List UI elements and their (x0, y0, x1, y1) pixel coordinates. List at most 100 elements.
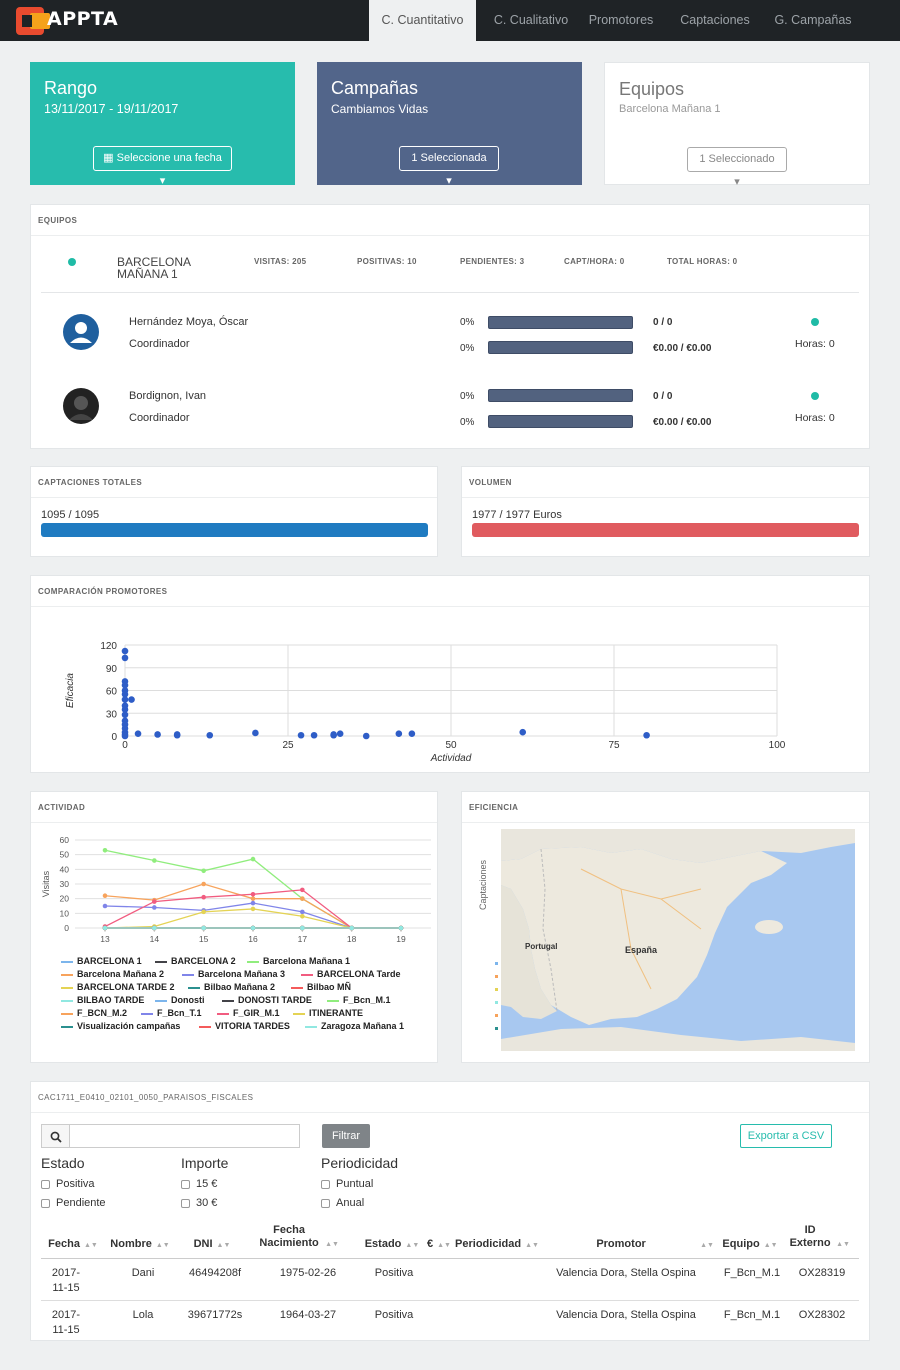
date-select-button[interactable]: ▦ Seleccione una fecha ▾ (93, 146, 232, 187)
legend-label: Bilbao Mañana 2 (204, 982, 276, 992)
legend-item[interactable]: Bilbao Mañana 2 (188, 982, 275, 992)
team-status-dot (68, 258, 76, 266)
tab-cualitativo[interactable]: C. Cualitativo (480, 0, 582, 41)
legend-label: F_Bcn_T.1 (157, 1008, 202, 1018)
member-horas: Horas: 0 (795, 338, 835, 350)
checkbox-pendiente[interactable] (41, 1199, 50, 1208)
column-header-periodicidad[interactable]: Periodicidad ▲▼ (455, 1238, 539, 1252)
legend-marker (222, 999, 234, 1002)
tab-g-campanas[interactable]: G. Campañas (766, 0, 860, 41)
tab-cuantitativo[interactable]: C. Cuantitativo (369, 0, 476, 41)
checkbox-label: Pendiente (56, 1197, 106, 1209)
sort-icon: ▲▼ (525, 1242, 539, 1249)
caret-down-icon: ▾ (159, 175, 166, 187)
sort-icon: ▲▼ (155, 1242, 170, 1249)
legend-item[interactable]: Visualización campañas (61, 1021, 180, 1031)
legend-item[interactable]: Barcelona Mañana 3 (182, 969, 285, 979)
series-point (250, 856, 256, 862)
scatter-point (121, 711, 129, 719)
tab-promotores[interactable]: Promotores (582, 0, 660, 41)
legend-label: F_GIR_M.1 (233, 1008, 280, 1018)
column-header-estado[interactable]: Estado ▲▼ (361, 1238, 423, 1252)
rango-title: Rango (44, 78, 98, 98)
member-amount: €0.00 / €0.00 (653, 417, 712, 428)
legend-label: F_BCN_M.2 (77, 1008, 128, 1018)
legend-item[interactable]: F_Bcn_M.1 (327, 995, 391, 1005)
column-header-promotor[interactable]: Promotor ▲▼ (539, 1238, 721, 1252)
series-line (104, 908, 401, 929)
x-tick-label: 75 (608, 740, 620, 751)
section-title: CAPTACIONES TOTALES (38, 478, 143, 487)
captaciones-value: 1095 / 1095 (41, 509, 100, 521)
column-header-nombre[interactable]: Nombre ▲▼ (105, 1238, 175, 1252)
scatter-point (134, 730, 142, 738)
legend-item[interactable]: BARCELONA 2 (155, 956, 236, 966)
legend-marker (327, 999, 339, 1002)
legend-item[interactable]: F_BCN_M.2 (61, 1008, 127, 1018)
checkbox-30-eur[interactable] (181, 1199, 190, 1208)
legend-item[interactable]: BARCELONA 1 (61, 956, 142, 966)
search-icon[interactable] (41, 1124, 70, 1148)
legend-item[interactable]: Barcelona Mañana 1 (247, 956, 350, 966)
y-tick-label: 30 (106, 709, 118, 720)
legend-item[interactable]: F_GIR_M.1 (217, 1008, 280, 1018)
legend-label: ITINERANTE (309, 1008, 363, 1018)
legend-marker (291, 986, 303, 989)
checkbox-puntual[interactable] (321, 1180, 330, 1189)
legend-item[interactable]: BILBAO TARDE (61, 995, 144, 1005)
avatar (63, 388, 99, 424)
y-tick-label: 50 (60, 850, 70, 860)
legend-marker (61, 960, 73, 963)
legend-marker (61, 1012, 73, 1015)
series-point (250, 906, 256, 912)
y-tick-label: 60 (60, 835, 70, 845)
legend-item[interactable]: BARCELONA Tarde (301, 969, 401, 979)
legend-item[interactable]: BARCELONA TARDE 2 (61, 982, 175, 992)
series-point (201, 909, 206, 915)
y-tick-label: 40 (60, 864, 70, 874)
column-header-equipo[interactable]: Equipo ▲▼ (721, 1238, 779, 1252)
legend-label: DONOSTI TARDE (238, 995, 312, 1005)
tab-captaciones[interactable]: Captaciones (672, 0, 758, 41)
campanas-select-button[interactable]: 1 Seleccionada ▾ (399, 146, 499, 187)
column-header-fecha-nacimiento[interactable]: Fecha Nacimiento ▲▼ (253, 1224, 343, 1251)
series-point (398, 925, 404, 931)
x-tick-label: 50 (445, 740, 457, 751)
column-header-euro[interactable]: € ▲▼ (423, 1238, 455, 1252)
legend-item[interactable]: ITINERANTE (293, 1008, 363, 1018)
column-header-id-externo[interactable]: ID Externo ▲▼ (783, 1224, 855, 1251)
equipos-title: Equipos (619, 79, 685, 99)
caret-down-icon: ▾ (734, 176, 740, 188)
equipos-select-button[interactable]: 1 Seleccionado ▾ (687, 147, 787, 188)
y-tick-label: 60 (106, 687, 118, 698)
spain-map[interactable]: Portugal España (501, 829, 855, 1051)
scatter-point (395, 730, 403, 738)
export-csv-button[interactable]: Exportar a CSV (740, 1124, 832, 1148)
legend-item[interactable]: Bilbao MÑ (291, 982, 351, 992)
legend-item[interactable]: VITORIA TARDES (199, 1021, 290, 1031)
section-title: CAC1711_E0410_02101_0050_PARAISOS_FISCAL… (38, 1093, 254, 1102)
scatter-point (643, 731, 650, 739)
column-header-fecha[interactable]: Fecha ▲▼ (41, 1238, 105, 1252)
legend-item[interactable]: Barcelona Mañana 2 (61, 969, 164, 979)
x-tick-label: 16 (248, 934, 258, 944)
checkbox-15-eur[interactable] (181, 1180, 190, 1189)
checkbox-label: 15 € (196, 1178, 218, 1190)
top-navbar: APPTA C. Cuantitativo C. Cualitativo Pro… (0, 0, 900, 41)
logo-text: APPTA (47, 8, 119, 30)
caret-down-icon: ▾ (446, 175, 452, 187)
filter-button[interactable]: Filtrar (322, 1124, 370, 1148)
search-input[interactable] (70, 1124, 300, 1148)
captaciones-progress-bar (41, 523, 428, 537)
legend-item[interactable]: Zaragoza Mañana 1 (305, 1021, 404, 1031)
checkbox-anual[interactable] (321, 1199, 330, 1208)
legend-item[interactable]: Donosti (155, 995, 205, 1005)
legend-item[interactable]: DONOSTI TARDE (222, 995, 312, 1005)
checkbox-positiva[interactable] (41, 1180, 50, 1189)
sort-icon: ▲▼ (763, 1242, 778, 1249)
series-point (102, 903, 108, 909)
column-header-dni[interactable]: DNI ▲▼ (175, 1238, 249, 1252)
calendar-icon: ▦ (103, 152, 117, 164)
section-title: COMPARACIÓN PROMOTORES (38, 587, 168, 596)
legend-item[interactable]: F_Bcn_T.1 (141, 1008, 202, 1018)
